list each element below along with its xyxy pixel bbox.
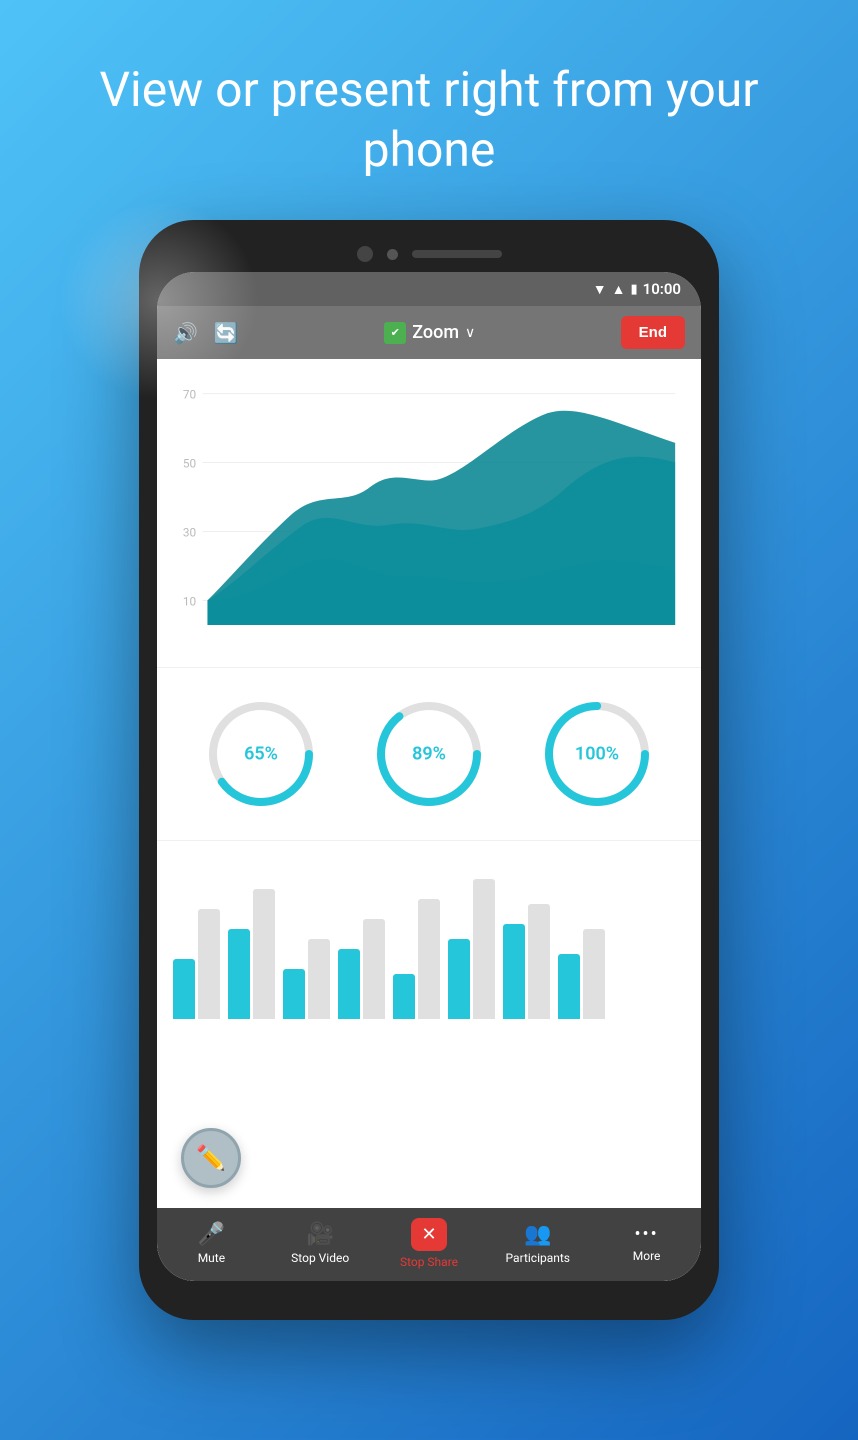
stop-share-icon: ✕: [421, 1224, 436, 1245]
edit-fab-button[interactable]: ✏️: [181, 1128, 241, 1188]
nav-item-stop-share[interactable]: ✕ Stop Share: [389, 1218, 469, 1269]
bar-group-3: [283, 939, 330, 1019]
bar-group-5: [393, 899, 440, 1019]
bar-gray: [253, 889, 275, 1019]
bar-teal: [448, 939, 470, 1019]
signal-icon: ▲: [612, 281, 626, 298]
bar-gray: [528, 904, 550, 1019]
phone-camera-left: [357, 246, 373, 262]
bar-gray: [198, 909, 220, 1019]
bar-teal: [558, 954, 580, 1019]
bar-teal: [228, 929, 250, 1019]
zoom-label: Zoom: [412, 322, 459, 343]
bar-teal: [503, 924, 525, 1019]
phone-speaker: [412, 250, 502, 258]
stop-share-label: Stop Share: [400, 1255, 458, 1269]
donut-chart-65: 65%: [201, 694, 321, 814]
meeting-toolbar: 🔊 🔄 ✔ Zoom ∨ End: [157, 306, 701, 359]
video-icon: 🎥: [306, 1222, 333, 1247]
svg-text:70: 70: [183, 388, 196, 402]
svg-text:30: 30: [183, 525, 196, 539]
bar-chart-section: ✏️: [157, 849, 701, 1208]
bar-group-6: [448, 879, 495, 1019]
bottom-nav: 🎤 Mute 🎥 Stop Video ✕ Stop Share: [157, 1208, 701, 1281]
phone-top-hardware: [157, 238, 701, 272]
content-area: 70 50 30 10: [157, 359, 701, 1281]
phone-camera-small: [387, 249, 398, 260]
area-chart-svg: 70 50 30 10: [173, 369, 685, 655]
bar-gray: [308, 939, 330, 1019]
donut-chart-100: 100%: [537, 694, 657, 814]
phone-frame: ▼ ▲ ▮ 10:00 🔊 🔄 ✔ Zoom ∨ End 70: [139, 220, 719, 1320]
bar-group-1: [173, 909, 220, 1019]
end-button[interactable]: End: [621, 316, 685, 349]
section-divider: [157, 667, 701, 668]
bar-group-7: [503, 904, 550, 1019]
bar-group-2: [228, 889, 275, 1019]
svg-text:50: 50: [183, 456, 196, 470]
bar-group-4: [338, 919, 385, 1019]
bar-teal: [393, 974, 415, 1019]
area-chart: 70 50 30 10: [157, 359, 701, 659]
status-bar: ▼ ▲ ▮ 10:00: [157, 272, 701, 306]
section-divider-2: [157, 840, 701, 841]
wifi-icon: ▼: [593, 281, 607, 298]
donut-label-100: 100%: [575, 743, 619, 764]
donut-label-65: 65%: [244, 743, 278, 764]
bar-gray: [473, 879, 495, 1019]
battery-icon: ▮: [630, 282, 637, 297]
mute-label: Mute: [198, 1251, 225, 1265]
donut-chart-89: 89%: [369, 694, 489, 814]
bar-gray: [418, 899, 440, 1019]
participants-label: Participants: [506, 1251, 570, 1265]
nav-item-participants[interactable]: 👥 Participants: [498, 1222, 578, 1265]
participants-icon: 👥: [524, 1222, 551, 1247]
stop-video-label: Stop Video: [291, 1251, 349, 1265]
mute-icon: 🎤: [198, 1222, 225, 1247]
more-label: More: [633, 1249, 661, 1263]
bar-gray: [583, 929, 605, 1019]
status-icons: ▼ ▲ ▮ 10:00: [593, 280, 681, 298]
phone-screen: ▼ ▲ ▮ 10:00 🔊 🔄 ✔ Zoom ∨ End 70: [157, 272, 701, 1281]
chevron-down-icon: ∨: [465, 325, 475, 341]
nav-item-more[interactable]: ••• More: [607, 1224, 687, 1263]
svg-text:10: 10: [183, 594, 196, 608]
bar-chart: [173, 859, 685, 1019]
more-icon: •••: [634, 1224, 658, 1245]
nav-item-mute[interactable]: 🎤 Mute: [171, 1222, 251, 1265]
bar-teal: [173, 959, 195, 1019]
nav-item-stop-video[interactable]: 🎥 Stop Video: [280, 1222, 360, 1265]
pencil-icon: ✏️: [196, 1144, 226, 1172]
speaker-icon[interactable]: 🔊: [173, 321, 198, 345]
bar-teal: [283, 969, 305, 1019]
hero-title: View or present right from your phone: [0, 60, 858, 180]
bar-gray: [363, 919, 385, 1019]
donut-section: 65% 89% 100%: [157, 676, 701, 832]
bar-teal: [338, 949, 360, 1019]
stop-share-icon-wrap: ✕: [411, 1218, 446, 1251]
zoom-brand[interactable]: ✔ Zoom ∨: [384, 322, 475, 344]
status-time: 10:00: [643, 280, 681, 298]
zoom-shield-icon: ✔: [384, 322, 406, 344]
bar-group-8: [558, 929, 605, 1019]
camera-flip-icon[interactable]: 🔄: [214, 321, 239, 345]
donut-label-89: 89%: [412, 743, 446, 764]
